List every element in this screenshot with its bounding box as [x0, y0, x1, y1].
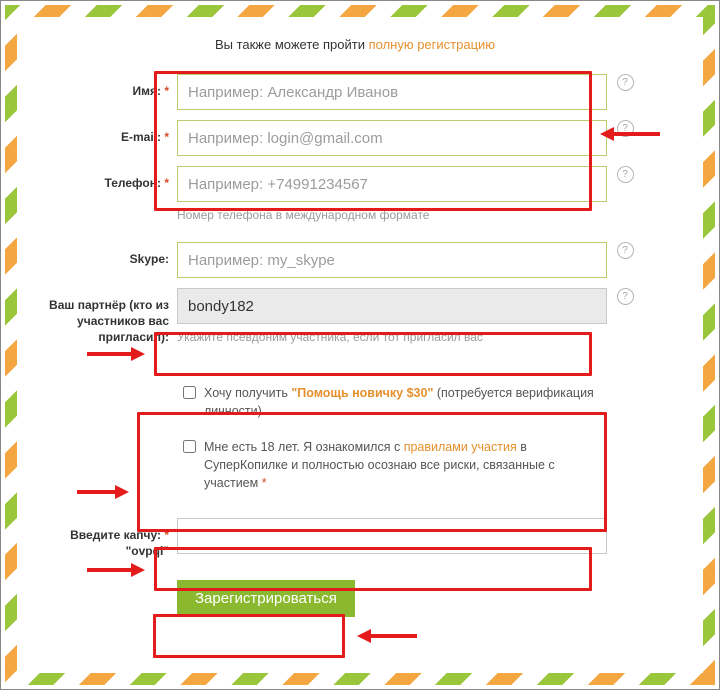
row-partner: Ваш партнёр (кто из участников вас пригл…: [47, 288, 663, 346]
submit-button[interactable]: Зарегистрироваться: [177, 580, 355, 617]
partner-hint: Укажите псевдоним участника, если тот пр…: [177, 330, 607, 344]
annotation-arrow: [77, 485, 129, 499]
email-input[interactable]: [177, 120, 607, 156]
checkbox-group: Хочу получить "Помощь новичку $30" (потр…: [177, 366, 607, 519]
help-icon[interactable]: ?: [617, 120, 634, 137]
name-input[interactable]: [177, 74, 607, 110]
required-mark: *: [164, 84, 169, 98]
label-skype: Skype:: [47, 242, 177, 267]
required-mark: *: [164, 130, 169, 144]
help-icon[interactable]: ?: [617, 166, 634, 183]
label-captcha: Введите капчу: * "ovpqi": [47, 518, 177, 559]
label-name: Имя: *: [47, 74, 177, 99]
striped-frame: Вы также можете пройти полную регистраци…: [5, 5, 715, 685]
bonus-text: Хочу получить "Помощь новичку $30" (потр…: [204, 384, 601, 420]
phone-input[interactable]: [177, 166, 607, 202]
intro-text: Вы также можете пройти полную регистраци…: [47, 37, 663, 52]
form-panel: Вы также можете пройти полную регистраци…: [17, 17, 703, 673]
bonus-checkbox[interactable]: [183, 386, 196, 399]
phone-hint: Номер телефона в международном формате: [177, 208, 607, 222]
age-check-row[interactable]: Мне есть 18 лет. Я ознакомился с правила…: [183, 438, 601, 492]
annotation-arrow: [357, 629, 417, 643]
rules-link[interactable]: правилами участия: [404, 440, 517, 454]
captcha-input[interactable]: [177, 518, 607, 554]
required-mark: *: [164, 528, 169, 542]
row-captcha: Введите капчу: * "ovpqi": [47, 518, 663, 559]
row-email: E-mail: * ?: [47, 120, 663, 156]
partner-input[interactable]: [177, 288, 607, 324]
full-registration-link[interactable]: полную регистрацию: [369, 37, 495, 52]
age-text: Мне есть 18 лет. Я ознакомился с правила…: [204, 438, 601, 492]
screenshot-canvas: Вы также можете пройти полную регистраци…: [0, 0, 720, 690]
age-checkbox[interactable]: [183, 440, 196, 453]
bonus-highlight: "Помощь новичку $30": [291, 386, 433, 400]
label-partner: Ваш партнёр (кто из участников вас пригл…: [47, 288, 177, 346]
required-mark: *: [262, 476, 267, 490]
row-name: Имя: * ?: [47, 74, 663, 110]
help-icon[interactable]: ?: [617, 242, 634, 259]
row-skype: Skype: ?: [47, 242, 663, 278]
help-icon[interactable]: ?: [617, 74, 634, 91]
bonus-check-row[interactable]: Хочу получить "Помощь новичку $30" (потр…: [183, 384, 601, 420]
label-phone: Телефон: *: [47, 166, 177, 191]
annotation-box: [153, 614, 345, 658]
help-icon[interactable]: ?: [617, 288, 634, 305]
intro-before: Вы также можете пройти: [215, 37, 369, 52]
required-mark: *: [164, 176, 169, 190]
label-email: E-mail: *: [47, 120, 177, 145]
row-phone: Телефон: * Номер телефона в международно…: [47, 166, 663, 222]
skype-input[interactable]: [177, 242, 607, 278]
